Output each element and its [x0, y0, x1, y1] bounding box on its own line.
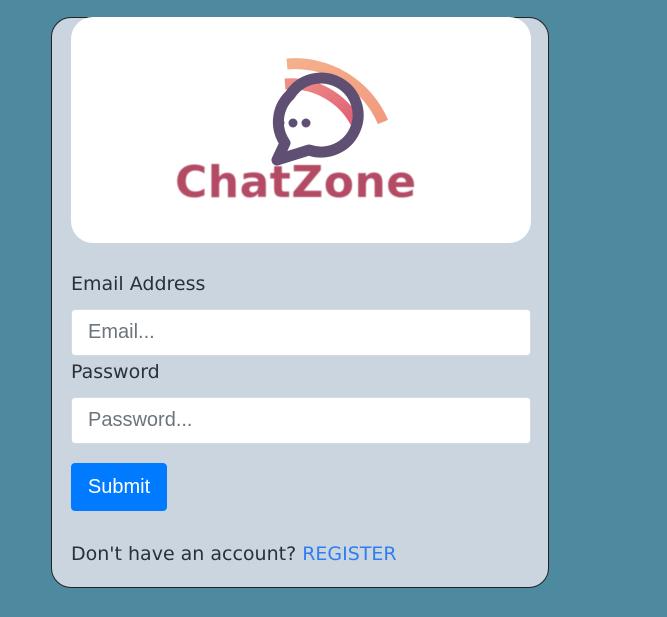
email-label: Email Address — [71, 273, 206, 295]
register-link[interactable]: REGISTER — [302, 543, 396, 565]
register-prompt: Don't have an account? REGISTER — [71, 543, 397, 565]
register-prompt-text: Don't have an account? — [71, 543, 297, 565]
logo-container: ChatZone — [71, 17, 531, 243]
password-input[interactable] — [71, 397, 531, 444]
password-label: Password — [71, 361, 160, 383]
login-card: ChatZone Email Address Password Submit D… — [51, 17, 549, 588]
chatzone-logo-icon — [271, 58, 389, 166]
brand-name: ChatZone — [175, 157, 417, 208]
email-input[interactable] — [71, 309, 531, 356]
submit-button[interactable]: Submit — [71, 463, 167, 511]
